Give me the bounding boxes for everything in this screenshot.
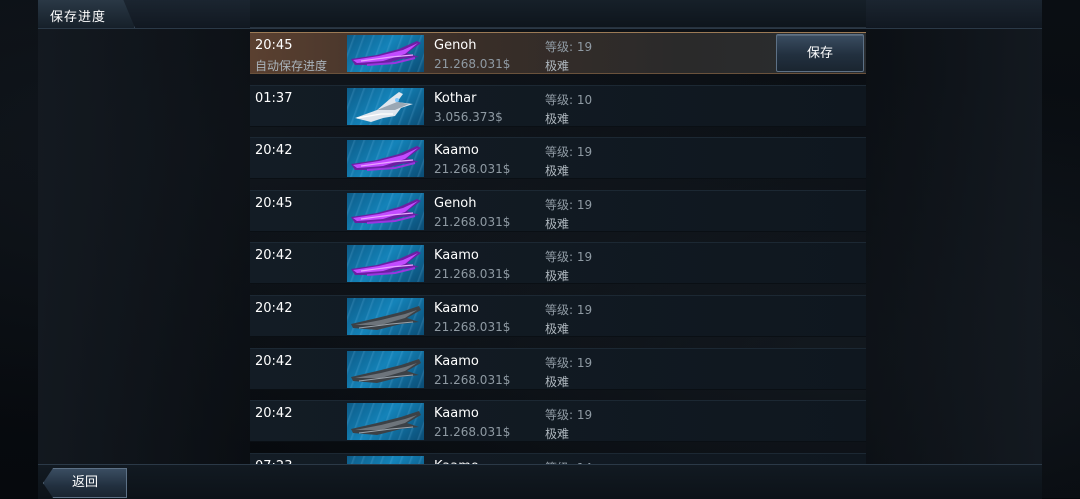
save-slot-list[interactable]: 20:45 自动保存进度 Genoh 21.268.031$ 等级: 19 极难 保存 01:… — [250, 32, 866, 464]
left-side-panel — [38, 0, 250, 498]
difficulty: 极难 — [545, 374, 570, 389]
back-button[interactable]: 返回 — [43, 468, 127, 498]
list-header-strip — [250, 0, 866, 28]
save-time: 20:45 — [255, 195, 293, 211]
credits: 21.268.031$ — [434, 320, 511, 334]
player-level: 等级: 19 — [545, 250, 593, 265]
ship-thumbnail — [347, 403, 424, 441]
credits: 3.056.373$ — [434, 109, 503, 124]
ship-name: Kaamo — [434, 353, 479, 369]
save-time: 01:37 — [255, 90, 293, 106]
player-level: 等级: 19 — [545, 355, 593, 370]
save-slot-row[interactable]: 07:23Kaamo等级: 14 — [250, 452, 866, 464]
save-slot-row[interactable]: 20:45 Genoh 21.268.031$ 等级: 19 极难 — [250, 189, 866, 232]
save-time: 20:42 — [255, 248, 293, 264]
ship-thumbnail — [347, 298, 424, 335]
save-slot-row[interactable]: 01:37 Kothar 3.056.373$ 等级: 10 极难 — [250, 84, 866, 127]
save-slot-row[interactable]: 20:42 Kaamo 21.268.031$ 等级: 19 极难 — [250, 347, 866, 390]
difficulty: 极难 — [545, 269, 570, 284]
player-level: 等级: 19 — [545, 408, 593, 423]
ship-name: Kaamo — [434, 143, 479, 159]
ship-name: Genoh — [434, 195, 477, 211]
difficulty: 极难 — [545, 216, 570, 231]
difficulty: 极难 — [545, 427, 570, 442]
credits: 21.268.031$ — [434, 57, 511, 71]
credits: 21.268.031$ — [434, 425, 511, 440]
ship-name: Kaamo — [434, 301, 479, 316]
save-slot-row[interactable]: 20:42 Kaamo 21.268.031$ 等级: 19 极难 — [250, 400, 866, 443]
player-level: 等级: 10 — [545, 92, 593, 107]
ship-name: Genoh — [434, 38, 477, 53]
save-time: 20:42 — [255, 353, 293, 369]
ship-name: Kaamo — [434, 406, 479, 422]
ship-name: Kaamo — [434, 248, 479, 264]
ship-thumbnail — [347, 87, 424, 125]
save-subtitle: 自动保存进度 — [255, 59, 328, 73]
player-level: 等级: 19 — [545, 145, 593, 160]
credits: 21.268.031$ — [434, 267, 511, 282]
save-time: 20:42 — [255, 406, 293, 422]
credits: 21.268.031$ — [434, 372, 511, 387]
difficulty: 极难 — [545, 164, 570, 179]
ship-thumbnail — [347, 455, 424, 464]
ship-thumbnail — [347, 140, 424, 178]
ship-thumbnail — [347, 350, 424, 388]
credits: 21.268.031$ — [434, 162, 511, 177]
ship-thumbnail — [347, 35, 424, 72]
player-level: 等级: 19 — [545, 40, 593, 54]
page-title: 保存进度 — [50, 10, 107, 25]
right-side-panel — [866, 0, 1042, 498]
difficulty: 极难 — [545, 111, 570, 126]
bottom-bar — [38, 464, 1042, 499]
player-level: 等级: 19 — [545, 303, 593, 317]
save-slot-row[interactable]: 20:45 自动保存进度 Genoh 21.268.031$ 等级: 19 极难 保存 — [250, 32, 866, 74]
difficulty: 极难 — [545, 59, 570, 73]
ship-name: Kothar — [434, 90, 477, 106]
player-level: 等级: 19 — [545, 197, 593, 212]
save-time: 20:45 — [255, 38, 293, 53]
ship-thumbnail — [347, 192, 424, 230]
credits: 21.268.031$ — [434, 214, 511, 229]
ship-thumbnail — [347, 245, 424, 283]
save-slot-row[interactable]: 20:42 Kaamo 21.268.031$ 等级: 19 极难 — [250, 295, 866, 337]
save-time: 20:42 — [255, 301, 293, 316]
difficulty: 极难 — [545, 322, 570, 336]
save-slot-row[interactable]: 20:42 Kaamo 21.268.031$ 等级: 19 极难 — [250, 137, 866, 180]
save-time: 20:42 — [255, 143, 293, 159]
save-button[interactable]: 保存 — [776, 34, 864, 72]
save-slot-row[interactable]: 20:42 Kaamo 21.268.031$ 等级: 19 极难 — [250, 242, 866, 285]
